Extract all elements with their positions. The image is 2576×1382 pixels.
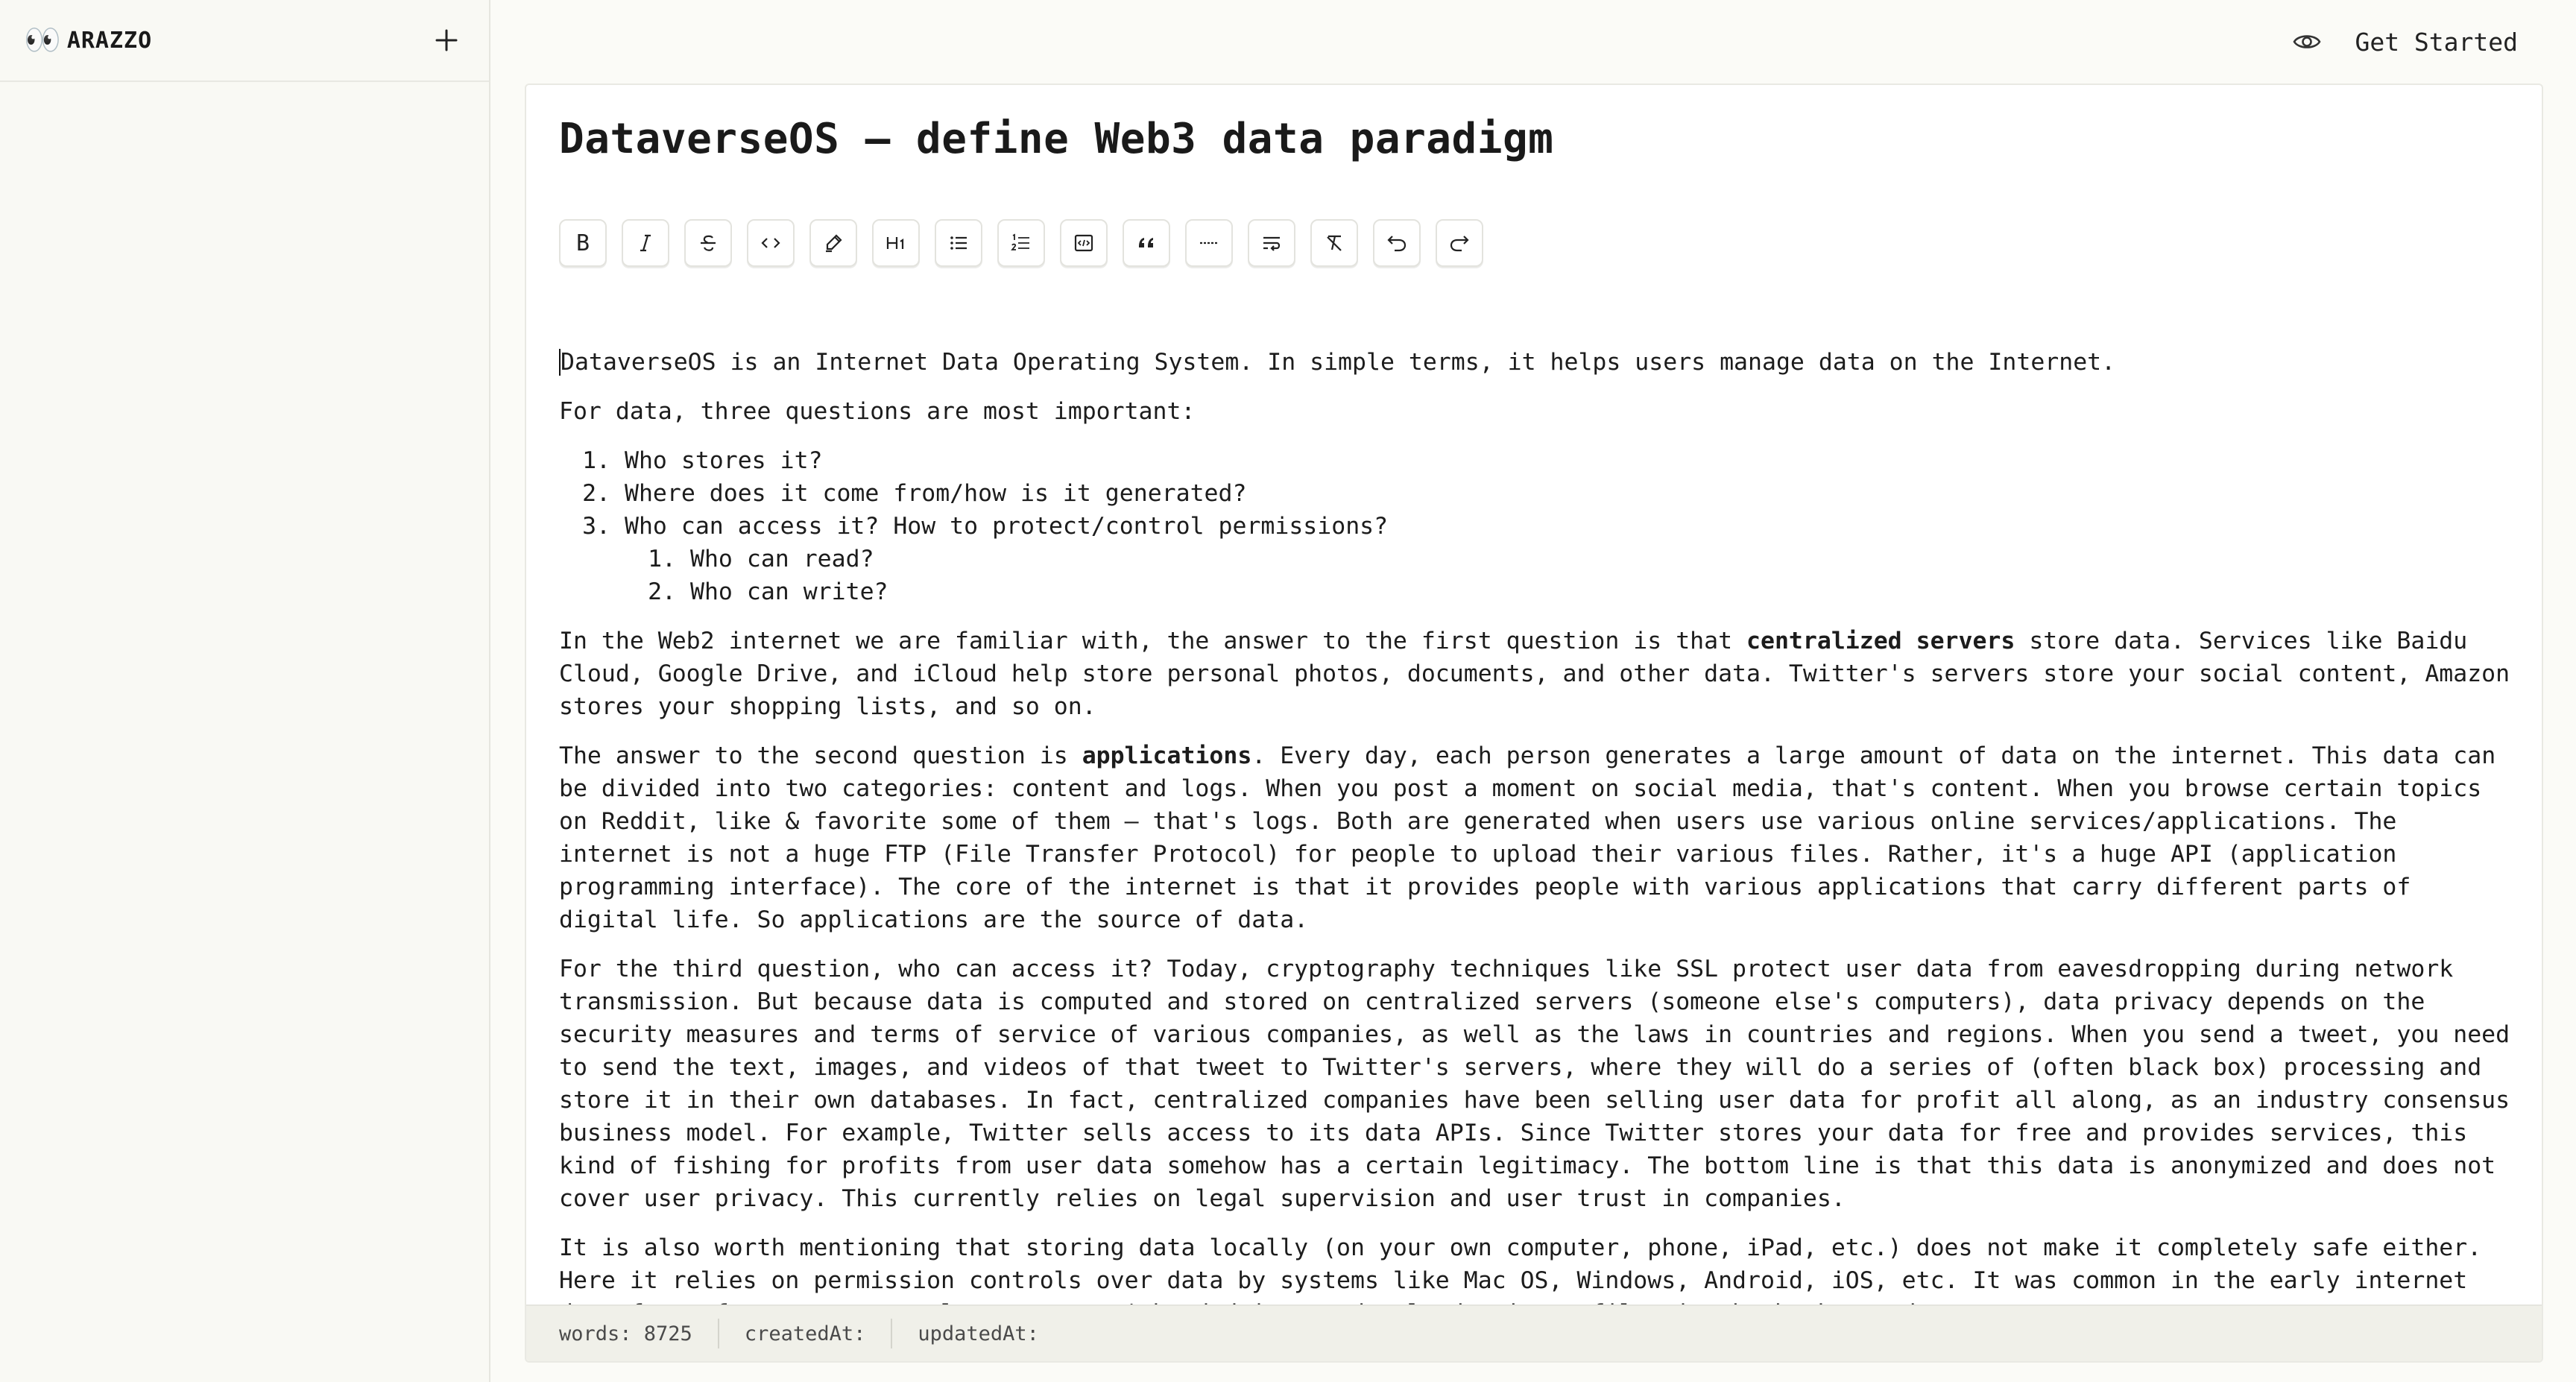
horizontal-rule-button[interactable]: [1185, 219, 1233, 267]
brand-name: ARAZZO: [66, 27, 153, 54]
quote-icon: [1139, 238, 1153, 247]
word-count: words: 8725: [559, 1322, 692, 1345]
nested-ordered-list: Who can read? Who can write?: [625, 543, 2512, 608]
bullet-list-button[interactable]: [935, 219, 982, 267]
bold-text: centralized servers: [1746, 628, 2015, 654]
heading-icon: [886, 237, 904, 249]
paragraph: The answer to the second question is app…: [559, 739, 2512, 936]
blockquote-button[interactable]: [1123, 219, 1170, 267]
list-item: Who stores it?: [625, 444, 2512, 477]
strikethrough-button[interactable]: [684, 219, 732, 267]
redo-button[interactable]: [1436, 219, 1483, 267]
list-item-text: Where does it come from/how is it genera…: [625, 480, 1247, 507]
code-block-icon: [1074, 234, 1093, 252]
paragraph: For the third question, who can access i…: [559, 956, 2510, 1212]
highlighter-icon: [826, 234, 842, 253]
paragraph-text: The answer to the second question is: [559, 742, 1082, 769]
paragraph-text: . Every day, each person generates a lar…: [559, 742, 2496, 933]
undo-button[interactable]: [1373, 219, 1421, 267]
bold-button[interactable]: B: [559, 219, 607, 267]
clear-format-button[interactable]: [1310, 219, 1358, 267]
paragraph: DataverseOS is an Internet Data Operatin…: [559, 346, 2512, 379]
eyes-icon: 👀: [24, 23, 61, 57]
list-item-text: Who can write?: [690, 578, 888, 605]
paragraph-text: DataverseOS is an Internet Data Operatin…: [561, 349, 2116, 376]
sidebar: 👀 ARAZZO: [0, 0, 490, 1382]
plus-icon: [435, 29, 458, 51]
highlight-button[interactable]: [809, 219, 857, 267]
sidebar-header: 👀 ARAZZO: [0, 0, 489, 82]
list-item-text: Who can read?: [690, 546, 874, 572]
list-item: Where does it come from/how is it genera…: [625, 477, 2512, 510]
wrap-icon: [1263, 236, 1281, 251]
preview-button[interactable]: [2289, 24, 2325, 60]
divider: [891, 1319, 893, 1348]
ordered-list-icon: [1011, 233, 1029, 250]
list-item-text: Who can access it? How to protect/contro…: [625, 513, 1389, 540]
paragraph: In the Web2 internet we are familiar wit…: [559, 625, 2512, 723]
italic-button[interactable]: [622, 219, 669, 267]
list-item-text: Who stores it?: [625, 447, 823, 474]
editor-toolbar: B: [559, 219, 1483, 267]
horizontal-rule-icon: [1200, 242, 1218, 244]
divider: [717, 1319, 719, 1348]
topbar: Get Started: [492, 0, 2576, 83]
list-item: Who can access it? How to protect/contro…: [625, 510, 2512, 608]
document-title[interactable]: DataverseOS – define Web3 data paradigm: [559, 115, 1553, 163]
status-bar: words: 8725 createdAt: updatedAt:: [526, 1304, 2542, 1361]
bullet-list-icon: [950, 236, 967, 250]
bold-text: applications: [1082, 742, 1252, 769]
created-at: createdAt:: [744, 1322, 866, 1345]
list-item: Who can write?: [690, 575, 2512, 608]
editor-card: DataverseOS – define Web3 data paradigm …: [525, 83, 2543, 1363]
hard-break-button[interactable]: [1248, 219, 1295, 267]
undo-icon: [1387, 236, 1407, 252]
new-document-button[interactable]: [429, 23, 464, 57]
redo-icon: [1450, 236, 1469, 252]
bold-icon: B: [575, 230, 590, 256]
editor-content[interactable]: DataverseOS is an Internet Data Operatin…: [559, 346, 2512, 1346]
paragraph: For data, three questions are most impor…: [559, 398, 1196, 425]
list-item: Who can read?: [690, 543, 2512, 575]
strikethrough-icon: [701, 235, 716, 251]
ordered-list: Who stores it? Where does it come from/h…: [559, 444, 2512, 608]
ordered-list-button[interactable]: [997, 219, 1045, 267]
code-button[interactable]: [747, 219, 795, 267]
code-icon: [761, 238, 780, 248]
get-started-button[interactable]: Get Started: [2355, 28, 2518, 57]
italic-icon: [640, 234, 651, 252]
updated-at: updatedAt:: [918, 1322, 1039, 1345]
heading-button[interactable]: [872, 219, 920, 267]
eye-icon: [2293, 35, 2321, 48]
paragraph-text: In the Web2 internet we are familiar wit…: [559, 628, 1747, 654]
clear-format-icon: [1327, 235, 1342, 251]
code-block-button[interactable]: [1060, 219, 1108, 267]
